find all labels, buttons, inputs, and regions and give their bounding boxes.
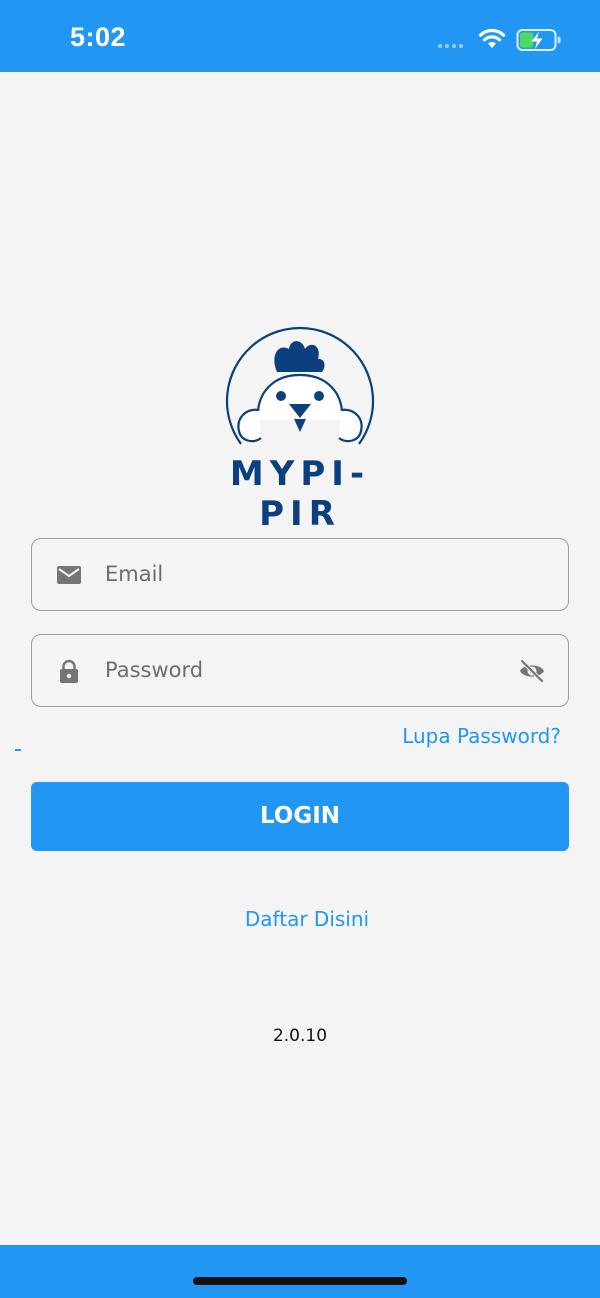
email-field[interactable]: Email [31,538,569,611]
logo-text: MYPI-PIR [229,454,371,534]
status-bar: 5:02 [0,0,600,72]
eye-off-icon[interactable] [518,658,546,684]
login-button[interactable]: LOGIN [31,782,569,851]
chicken-mascot-icon [225,326,375,445]
lock-icon [60,659,78,683]
status-time: 5:02 [70,22,127,52]
signup-link[interactable]: Daftar Disini [0,907,600,931]
forgot-password-link[interactable]: Lupa Password? [402,724,561,748]
signal-dots-icon [438,44,463,48]
battery-charging-icon [516,29,561,51]
wifi-icon [478,28,506,48]
email-placeholder: Email [105,562,164,586]
mail-icon [57,566,81,584]
app-logo: MYPI-PIR [198,326,402,534]
password-field[interactable]: Password [31,634,569,707]
app-version: 2.0.10 [272,1026,328,1046]
bottom-bar [0,1245,600,1298]
home-indicator[interactable] [193,1277,407,1285]
password-placeholder: Password [105,658,204,682]
decorative-dash [15,749,21,751]
